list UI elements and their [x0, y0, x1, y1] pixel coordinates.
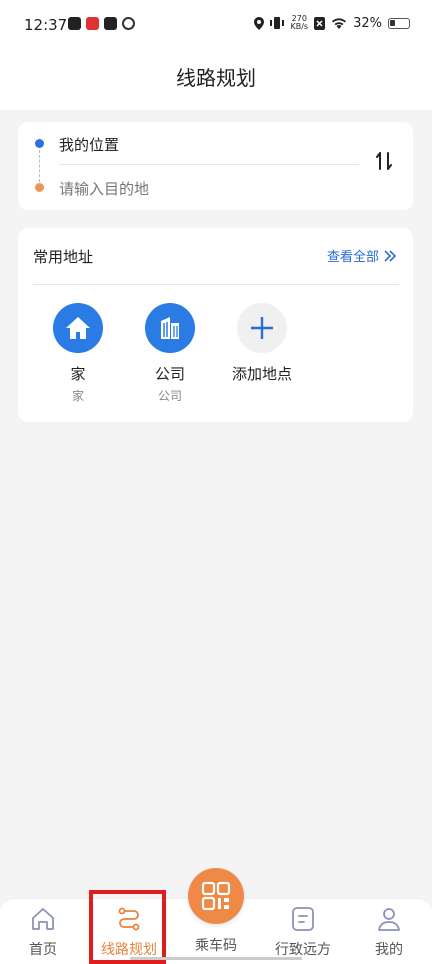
sync-icon	[122, 17, 135, 30]
vibrate-icon	[270, 17, 285, 29]
home-icon	[53, 303, 103, 353]
view-all-link[interactable]: 查看全部	[327, 246, 397, 265]
destination-input[interactable]: 请输入目的地	[59, 178, 149, 199]
double-chevron-right-icon	[384, 249, 397, 262]
mail-icon	[104, 17, 117, 30]
route-card: 我的位置 请输入目的地	[18, 122, 413, 210]
destination-dot-icon	[35, 183, 44, 192]
divider	[59, 164, 359, 165]
origin-dot-icon	[35, 139, 44, 148]
swap-icon[interactable]	[369, 150, 399, 180]
add-place-button[interactable]: 添加地点	[222, 303, 302, 384]
status-right: 270 KB/s 32%	[254, 15, 410, 31]
tab-ride-code-label[interactable]: 乘车码	[176, 935, 256, 955]
common-addresses-card: 常用地址 查看全部 家 家 公司 公司 添加地点	[18, 228, 413, 422]
tab-travel[interactable]: 行致远方	[263, 905, 343, 959]
location-icon	[254, 16, 265, 30]
place-company[interactable]: 公司 公司	[130, 303, 210, 404]
section-title: 常用地址	[33, 248, 94, 266]
route-connector	[39, 150, 40, 182]
selection-highlight	[89, 890, 166, 964]
plus-icon	[237, 303, 287, 353]
tab-home[interactable]: 首页	[3, 905, 83, 959]
app-notification-icon	[86, 17, 99, 30]
no-sim-icon	[314, 16, 326, 30]
status-time: 12:37	[24, 16, 68, 34]
building-icon	[145, 303, 195, 353]
home-indicator	[130, 957, 302, 960]
tiktok-icon	[68, 17, 81, 30]
qr-code-icon	[201, 881, 231, 911]
tab-mine[interactable]: 我的	[349, 905, 429, 959]
document-icon	[263, 905, 343, 933]
battery-percent: 32%	[353, 15, 382, 31]
user-icon	[349, 905, 429, 933]
app-header: 线路规划	[0, 52, 432, 110]
status-bar: 12:37 270 KB/s 32%	[0, 0, 432, 52]
place-home[interactable]: 家 家	[38, 303, 118, 404]
home-outline-icon	[3, 905, 83, 933]
divider	[33, 284, 399, 285]
page-title: 线路规划	[176, 66, 256, 90]
network-speed: 270 KB/s	[290, 14, 309, 31]
qr-code-button[interactable]	[188, 868, 244, 924]
wifi-icon	[332, 18, 347, 29]
notification-icons	[68, 17, 135, 30]
battery-icon	[388, 17, 410, 29]
origin-field[interactable]: 我的位置	[59, 134, 119, 155]
